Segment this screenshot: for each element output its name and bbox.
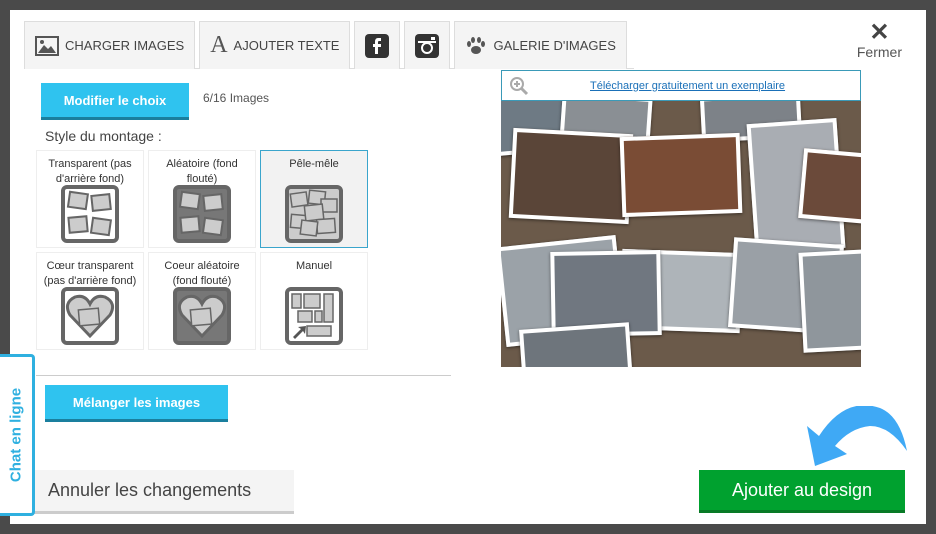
text-icon: A xyxy=(210,32,228,58)
style-manuel[interactable]: Manuel xyxy=(260,252,368,350)
heart-collage-icon xyxy=(61,287,119,345)
heart-blurred-icon xyxy=(173,287,231,345)
style-coeur-aleatoire[interactable]: Coeur aléatoire (fond flouté) xyxy=(148,252,256,350)
style-label: Style du montage : xyxy=(45,128,162,144)
style-transparent[interactable]: Transparent (pas d'arrière fond) xyxy=(36,150,144,248)
style-grid: Transparent (pas d'arrière fond) Aléatoi… xyxy=(36,150,368,350)
image-icon xyxy=(35,35,59,56)
instagram-icon xyxy=(415,33,440,58)
divider xyxy=(36,375,451,376)
preview-panel: Télécharger gratuitement un exemplaire xyxy=(501,70,861,367)
arrow-pointer-icon xyxy=(807,406,907,466)
download-bar: Télécharger gratuitement un exemplaire xyxy=(501,70,861,101)
manual-layout-icon xyxy=(285,287,343,345)
add-to-design-button[interactable]: Ajouter au design xyxy=(699,470,905,513)
pele-mele-icon xyxy=(285,185,343,243)
modify-choice-button[interactable]: Modifier le choix xyxy=(41,83,189,120)
blurred-collage-icon xyxy=(173,185,231,243)
image-count: 6/16 Images xyxy=(203,91,270,105)
tab-instagram[interactable] xyxy=(404,21,451,69)
close-button[interactable]: ✕ Fermer xyxy=(857,19,902,61)
paw-icon xyxy=(467,36,486,54)
tab-charger-images[interactable]: CHARGER IMAGES xyxy=(24,21,196,69)
tab-ajouter-texte[interactable]: A AJOUTER TEXTE xyxy=(199,21,351,69)
tab-facebook[interactable] xyxy=(354,21,401,69)
style-coeur-transparent[interactable]: Cœur transparent (pas d'arrière fond) xyxy=(36,252,144,350)
zoom-in-icon[interactable] xyxy=(508,75,530,97)
download-sample-link[interactable]: Télécharger gratuitement un exemplaire xyxy=(590,80,785,92)
facebook-icon xyxy=(365,33,390,58)
tab-bar: CHARGER IMAGES A AJOUTER TEXTE GALERIE D… xyxy=(24,21,634,69)
live-chat-tab[interactable]: Chat en ligne xyxy=(0,354,35,516)
montage-modal: CHARGER IMAGES A AJOUTER TEXTE GALERIE D… xyxy=(10,10,926,524)
transparent-collage-icon xyxy=(61,185,119,243)
tab-galerie[interactable]: GALERIE D'IMAGES xyxy=(454,21,627,69)
cancel-changes-button[interactable]: Annuler les changements xyxy=(34,470,294,514)
style-pele-mele[interactable]: Pêle-mêle xyxy=(260,150,368,248)
shuffle-images-button[interactable]: Mélanger les images xyxy=(45,385,228,422)
style-aleatoire[interactable]: Aléatoire (fond flouté) xyxy=(148,150,256,248)
collage-preview-image xyxy=(501,101,861,367)
close-icon: ✕ xyxy=(869,19,890,46)
